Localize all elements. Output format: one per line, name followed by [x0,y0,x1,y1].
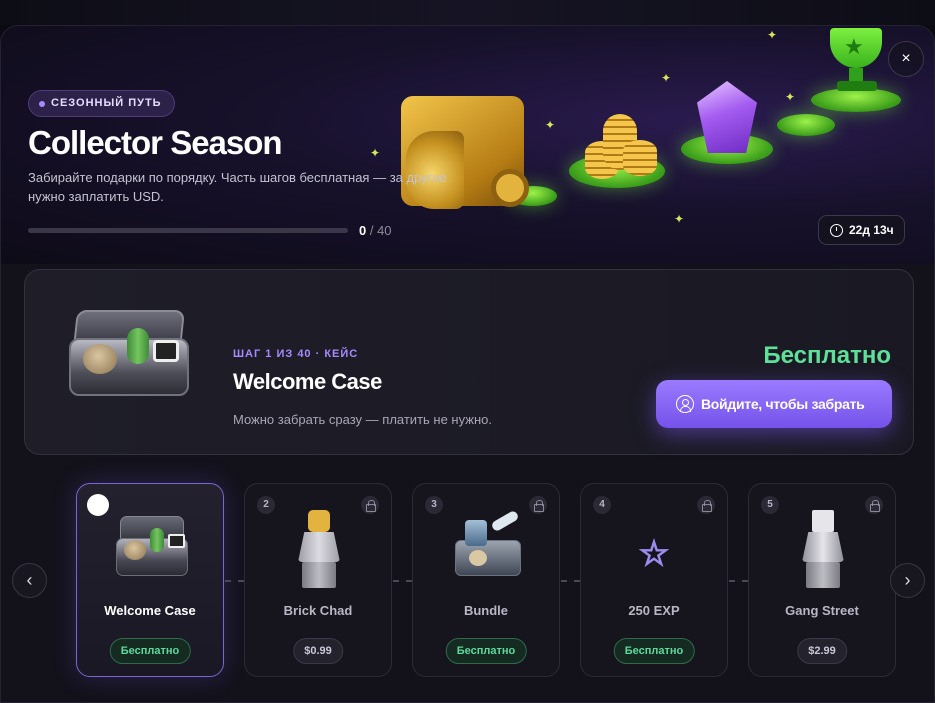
step-price-badge: $2.99 [797,638,847,664]
step-price-badge: Бесплатно [613,638,695,664]
lock-icon [697,496,715,514]
star-icon: ☆ [638,534,670,574]
case-bun [124,540,146,560]
step-number: 3 [425,496,443,514]
step-selected-indicator [87,494,109,516]
bundle-bun [469,550,487,566]
step-price-badge: $0.99 [293,638,343,664]
progress-total: / 40 [366,223,392,238]
featured-reward-card: ШАГ 1 ИЗ 40 · КЕЙС Welcome Case Можно за… [24,269,914,455]
step-name: Brick Chad [283,603,353,618]
close-button[interactable]: × [888,41,924,77]
step-label: ШАГ 1 ИЗ 40 · КЕЙС [233,348,359,360]
step-connector [729,580,748,582]
gem-icon [697,81,757,153]
step-name: Gang Street [785,603,859,618]
login-to-claim-button[interactable]: Войдите, чтобы забрать [656,380,892,428]
step-name: Bundle [463,603,509,618]
step-card-4[interactable]: 4 ☆ 250 EXP Бесплатно [580,483,728,677]
step-connector [393,580,412,582]
case-tv [168,534,185,548]
lego-figure-icon [796,510,850,590]
lock-icon [361,496,379,514]
reward-price: Бесплатно [763,342,891,369]
lego-figure-icon [292,510,346,590]
season-progress-bar [28,228,348,233]
carousel-prev-button[interactable]: ‹ [12,563,47,598]
figure-torso [802,532,844,562]
step-card-5[interactable]: 5 Gang Street $2.99 [748,483,896,677]
season-badge: СЕЗОННЫЙ ПУТЬ [28,90,175,117]
figure-legs [302,562,336,588]
step-number: 4 [593,496,611,514]
lock-icon [865,496,883,514]
figure-legs [806,562,840,588]
case-cactus [127,328,149,364]
trophy-star-icon: ★ [844,34,864,59]
trophy-stem [849,68,863,82]
hero-banner: ✦ ✦ ✦ ✦ ✦ ✦ ★ СЕЗОННЫЙ ПУТЬ Collector Se… [1,26,934,264]
case-cactus [150,528,164,552]
vault-wheel-icon [491,169,529,207]
figure-head [308,510,330,532]
step-card-1[interactable]: Welcome Case Бесплатно [76,483,224,677]
bundle-case [455,540,521,576]
case-icon [116,516,188,582]
step-price-badge: Бесплатно [445,638,527,664]
season-path-modal: ✦ ✦ ✦ ✦ ✦ ✦ ★ СЕЗОННЫЙ ПУТЬ Collector Se… [0,25,935,703]
step-price-badge: Бесплатно [109,638,191,664]
bundle-icon [455,509,521,580]
reward-description: Можно забрать сразу — платить не нужно. [233,412,492,427]
path-platform-icon [777,114,835,136]
season-description: Забирайте подарки по порядку. Часть шаго… [28,170,447,204]
case-tv [153,340,179,362]
step-name: Welcome Case [104,603,196,618]
figure-torso [298,532,340,562]
case-bun [83,344,117,374]
step-card-2[interactable]: 2 Brick Chad $0.99 [244,483,392,677]
reward-title: Welcome Case [233,369,382,394]
background-strip [0,0,935,25]
figure-head [812,510,834,532]
bundle-figure [465,520,487,546]
step-connector [225,580,244,582]
lock-icon [529,496,547,514]
steps-carousel: ‹ Welcome Case Бесплатно 2 Brick Chad $0… [1,466,934,702]
season-timer: 22д 13ч [818,215,905,245]
carousel-next-button[interactable]: › [890,563,925,598]
progress-counter: 0 / 40 [359,223,392,238]
step-number: 5 [761,496,779,514]
bundle-board [490,509,520,533]
login-button-label: Войдите, чтобы забрать [701,396,865,412]
step-connector [561,580,580,582]
coin-stack-icon [623,140,657,176]
step-number: 2 [257,496,275,514]
trophy-base [837,81,877,91]
user-icon [676,395,694,413]
path-platform-icon [811,88,901,112]
step-card-3[interactable]: 3 Bundle Бесплатно [412,483,560,677]
clock-icon [830,224,843,237]
timer-text: 22д 13ч [849,223,894,237]
page-title: Collector Season [28,124,283,161]
case-icon [69,310,189,400]
step-name: 250 EXP [628,603,680,618]
